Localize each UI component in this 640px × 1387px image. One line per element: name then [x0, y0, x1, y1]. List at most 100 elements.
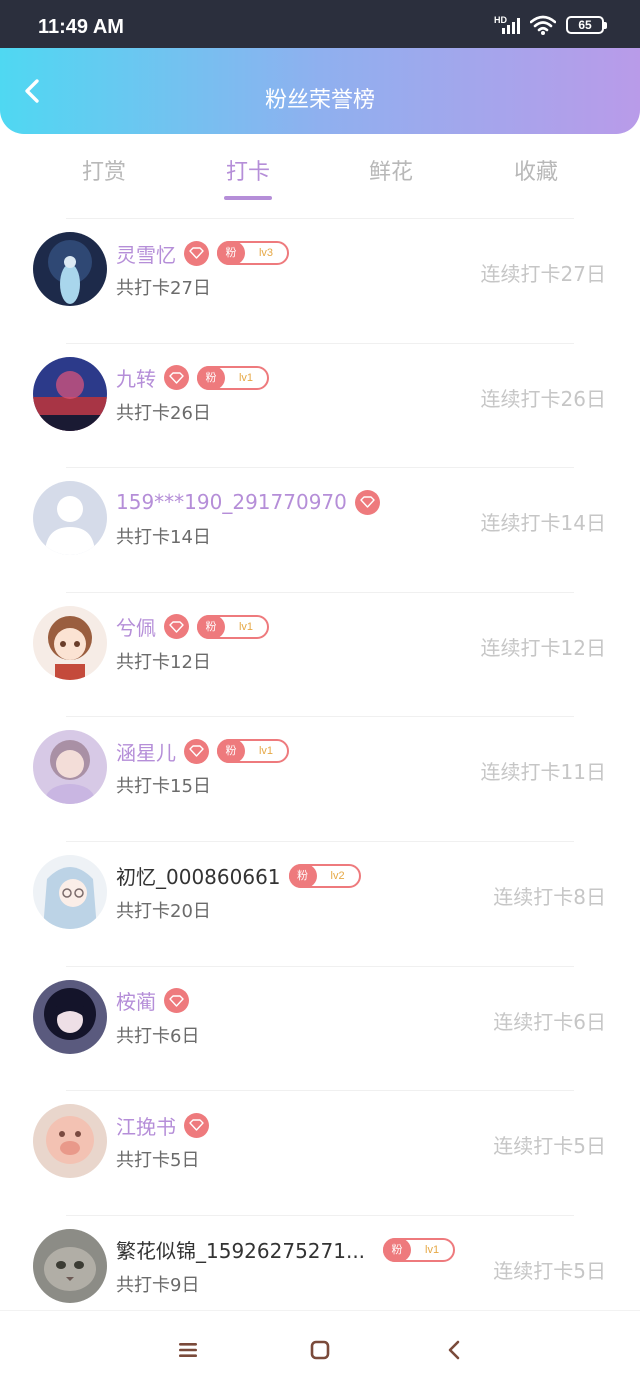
tab-checkin[interactable]: 打卡 [198, 154, 298, 200]
name-line: 江挽书 [116, 1110, 209, 1140]
name-line: 159***190_291770970 [116, 487, 380, 517]
name-line: 九转 粉 lv1 [116, 363, 269, 393]
fan-badge-label: 粉 [217, 241, 245, 265]
fan-badge-level: lv3 [258, 247, 274, 259]
diamond-icon [184, 738, 209, 764]
wifi-icon [530, 15, 556, 35]
fan-badge-label: 粉 [288, 863, 317, 888]
battery-indicator: 65 [566, 16, 607, 34]
avatar[interactable] [33, 356, 107, 431]
divider [66, 591, 574, 593]
avatar[interactable] [33, 481, 107, 556]
divider [66, 467, 574, 469]
fan-level-badge: 粉 lv1 [217, 739, 289, 764]
divider [66, 840, 574, 842]
divider [66, 716, 574, 718]
tab-label: 鲜花 [368, 160, 413, 185]
diamond-icon [164, 614, 189, 640]
status-icons: HD 65 [494, 15, 607, 35]
user-name[interactable]: 桉蔺 [116, 986, 156, 1015]
total-checkins: 共打卡9日 [116, 1274, 200, 1296]
tab-bar: 打赏 打卡 鲜花 收藏 [0, 140, 640, 206]
diamond-icon [184, 240, 209, 266]
divider [66, 342, 574, 344]
fan-badge-level: lv1 [238, 620, 254, 633]
diamond-icon [184, 1112, 209, 1138]
user-name[interactable]: 灵雪忆 [116, 239, 176, 268]
user-name[interactable]: 繁花似锦_15926275271... [116, 1235, 365, 1264]
user-name[interactable]: 江挽书 [116, 1111, 176, 1140]
home-icon[interactable] [307, 1337, 333, 1363]
fan-badge-label: 粉 [197, 365, 225, 390]
checkin-streak: 连续打卡12日 [480, 635, 606, 660]
diamond-icon [164, 365, 189, 391]
tab-label: 收藏 [513, 160, 558, 185]
avatar[interactable] [33, 854, 107, 929]
page-title: 粉丝荣誉榜 [264, 88, 375, 113]
system-nav-bar [0, 1310, 640, 1387]
tab-label: 打卡 [225, 160, 270, 185]
back-nav-icon[interactable] [442, 1337, 468, 1363]
divider [66, 1214, 574, 1216]
divider [66, 965, 574, 967]
total-checkins: 共打卡12日 [116, 651, 211, 673]
name-line: 桉蔺 [116, 986, 189, 1016]
status-bar: 11:49 AM HD 65 [0, 0, 640, 48]
total-checkins: 共打卡14日 [116, 527, 211, 549]
user-name[interactable]: 九转 [116, 363, 156, 392]
total-checkins: 共打卡5日 [116, 1150, 200, 1172]
list-item[interactable]: 九转 粉 lv1 共打卡26日 连续打卡26日 [0, 342, 640, 468]
checkin-streak: 连续打卡14日 [480, 511, 606, 536]
fan-level-badge: 粉 lv1 [383, 1237, 456, 1262]
tab-flowers[interactable]: 鲜花 [341, 154, 441, 186]
name-line: 涵星儿 粉 lv1 [116, 736, 289, 766]
name-line: 灵雪忆 粉 lv3 [116, 238, 289, 268]
user-name[interactable]: 兮佩 [116, 612, 156, 641]
tab-tip[interactable]: 打赏 [54, 154, 154, 186]
avatar[interactable] [33, 979, 107, 1054]
fan-level-badge: 粉 lv3 [217, 241, 289, 265]
fan-badge-level: lv1 [258, 745, 274, 758]
fan-badge-label: 粉 [383, 1237, 412, 1262]
checkin-streak: 连续打卡6日 [493, 1009, 606, 1034]
list-item[interactable]: 159***190_291770970 共打卡14日 连续打卡14日 [0, 467, 640, 592]
user-name[interactable]: 初忆_000860661 [116, 861, 281, 890]
checkin-streak: 连续打卡8日 [493, 884, 606, 909]
name-line: 繁花似锦_15926275271... 粉 lv1 [116, 1235, 456, 1265]
total-checkins: 共打卡27日 [116, 278, 211, 299]
tab-favorites[interactable]: 收藏 [486, 154, 586, 186]
user-name[interactable]: 159***190_291770970 [116, 490, 347, 514]
app-header: 粉丝荣誉榜 [0, 48, 640, 134]
avatar[interactable] [33, 730, 107, 805]
diamond-icon [354, 489, 380, 515]
list-item[interactable]: 兮佩 粉 lv1 共打卡12日 连续打卡12日 [0, 591, 640, 717]
checkin-streak: 连续打卡26日 [480, 386, 606, 411]
name-line: 兮佩 粉 lv1 [116, 612, 269, 642]
checkin-streak: 连续打卡11日 [480, 760, 606, 785]
fan-level-badge: 粉 lv1 [197, 365, 269, 390]
list-item[interactable]: 涵星儿 粉 lv1 共打卡15日 连续打卡11日 [0, 716, 640, 841]
avatar[interactable] [33, 1104, 107, 1179]
list-item[interactable]: 初忆_000860661 粉 lv2 共打卡20日 连续打卡8日 [0, 840, 640, 966]
fan-badge-level: lv1 [425, 1243, 440, 1256]
list-item[interactable]: 江挽书 共打卡5日 连续打卡5日 [0, 1090, 640, 1215]
avatar[interactable] [33, 1228, 107, 1303]
total-checkins: 共打卡26日 [116, 402, 211, 424]
total-checkins: 共打卡6日 [116, 1025, 200, 1047]
user-name[interactable]: 涵星儿 [116, 737, 176, 766]
list-item[interactable]: 灵雪忆 粉 lv3 共打卡27日 连续打卡27日 [0, 218, 640, 343]
avatar[interactable] [33, 232, 107, 306]
diamond-icon [164, 988, 189, 1014]
active-tab-indicator [224, 196, 272, 200]
avatar[interactable] [33, 605, 107, 680]
fan-badge-level: lv1 [238, 371, 254, 384]
checkin-streak: 连续打卡27日 [480, 262, 606, 286]
list-item[interactable]: 桉蔺 共打卡6日 连续打卡6日 [0, 965, 640, 1091]
divider [66, 218, 574, 219]
menu-icon[interactable] [175, 1337, 201, 1363]
fan-badge-level: lv2 [330, 869, 345, 882]
status-time: 11:49 AM [38, 16, 124, 38]
fan-level-badge: 粉 lv2 [288, 863, 361, 888]
signal-icon: HD [494, 15, 520, 35]
fan-badge-label: 粉 [197, 614, 225, 639]
